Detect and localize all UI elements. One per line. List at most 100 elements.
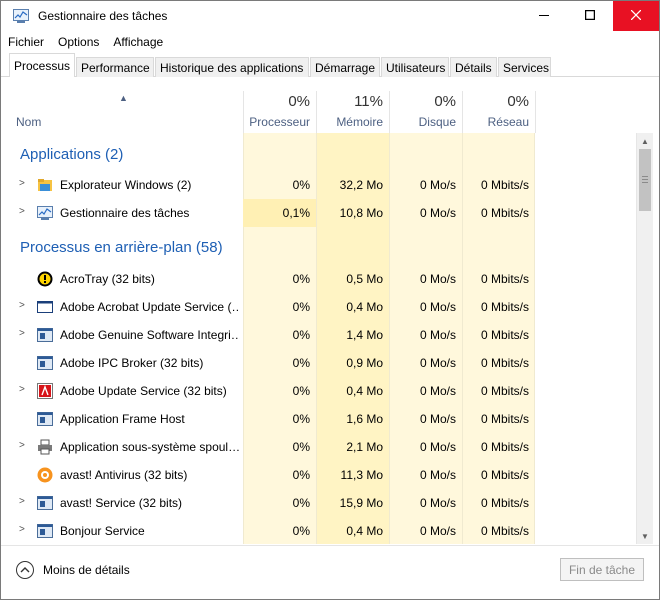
network-cell: 0 Mbits/s xyxy=(480,356,529,370)
table-row[interactable]: avast! Antivirus (32 bits) 0% 11,3 Mo 0 Mo/… xyxy=(9,461,636,489)
expand-chevron-icon[interactable]: > xyxy=(19,440,25,451)
memory-cell: 0,4 Mo xyxy=(346,524,383,538)
grip-line xyxy=(642,179,648,180)
memory-cell: 10,8 Mo xyxy=(339,206,383,220)
folder-icon xyxy=(37,177,53,193)
table-row[interactable]: > Application sous-système spoul… 0% 2,1 Mo… xyxy=(9,433,636,461)
tab-services[interactable]: Services xyxy=(498,57,551,77)
cpu-cell: 0% xyxy=(292,440,310,454)
column-cpu[interactable]: 0% Processeur xyxy=(243,91,316,133)
expand-chevron-icon[interactable]: > xyxy=(19,496,25,507)
expand-chevron-icon[interactable]: > xyxy=(19,300,25,311)
service-icon xyxy=(37,355,53,371)
grip-line xyxy=(642,176,648,177)
disk-label: Disque xyxy=(418,115,456,129)
service-icon xyxy=(37,523,53,539)
table-row[interactable]: > Explorateur Windows (2) 0% 32,2 Mo 0 M… xyxy=(9,171,636,199)
table-row[interactable]: > Adobe Acrobat Update Service (… 0% 0,4 Mo… xyxy=(9,293,636,321)
memory-cell: 1,6 Mo xyxy=(346,412,383,426)
column-memory[interactable]: 11% Mémoire xyxy=(316,91,389,133)
scroll-down-icon[interactable]: ▼ xyxy=(637,528,653,544)
group-header-apps[interactable]: Applications (2) xyxy=(9,133,636,171)
tab-demarrage[interactable]: Démarrage xyxy=(310,57,380,77)
end-task-button[interactable]: Fin de tâche xyxy=(560,558,644,581)
column-disk[interactable]: 0% Disque xyxy=(389,91,462,133)
disk-cell: 0 Mo/s xyxy=(419,328,456,342)
table-row[interactable]: > avast! Service (32 bits) 0% 15,9 Mo 0 Mo/s… xyxy=(9,489,636,517)
process-name: Adobe Update Service (32 bits) xyxy=(60,384,227,398)
vertical-scrollbar[interactable]: ▲ ▼ xyxy=(636,133,653,544)
table-row[interactable]: AcroTray (32 bits) 0% 0,5 Mo 0 Mo/s 0 Mbits/… xyxy=(9,265,636,293)
minimize-button[interactable] xyxy=(521,1,567,31)
less-details-label: Moins de détails xyxy=(43,563,130,577)
network-cell: 0 Mbits/s xyxy=(480,412,529,426)
table-row[interactable]: > Adobe Genuine Software Integri… 0% 1,4 Mo… xyxy=(9,321,636,349)
scroll-thumb[interactable] xyxy=(639,149,651,211)
tab-details[interactable]: Détails xyxy=(450,57,497,77)
process-name: Adobe Genuine Software Integri… xyxy=(60,328,240,342)
disk-cell: 0 Mo/s xyxy=(419,496,456,510)
footer: Moins de détails Fin de tâche xyxy=(1,545,659,599)
table-row[interactable]: Application Frame Host 0% 1,6 Mo 0 Mo/s 0 Mb… xyxy=(9,405,636,433)
table-row[interactable]: Adobe IPC Broker (32 bits) 0% 0,9 Mo 0 Mo/s… xyxy=(9,349,636,377)
close-button[interactable] xyxy=(613,1,659,31)
process-name: Application sous-système spoul… xyxy=(60,440,240,454)
network-cell: 0 Mbits/s xyxy=(480,524,529,538)
group-header-background[interactable]: Processus en arrière-plan (58) xyxy=(9,227,636,265)
menu-affichage[interactable]: Affichage xyxy=(106,31,170,53)
expand-chevron-icon[interactable]: > xyxy=(19,524,25,535)
cpu-cell: 0,1% xyxy=(282,206,310,220)
scroll-up-icon[interactable]: ▲ xyxy=(637,133,653,149)
memory-cell: 11,3 Mo xyxy=(340,468,383,482)
memory-cell: 0,5 Mo xyxy=(346,272,383,286)
sort-arrow-icon: ▲ xyxy=(119,93,128,103)
menu-options[interactable]: Options xyxy=(51,31,106,53)
tab-historique[interactable]: Historique des applications xyxy=(155,57,309,77)
disk-cell: 0 Mo/s xyxy=(419,384,456,398)
disk-cell: 0 Mo/s xyxy=(419,300,456,314)
expand-chevron-icon[interactable]: > xyxy=(19,384,25,395)
expand-chevron-icon[interactable]: > xyxy=(19,206,25,217)
process-name: avast! Antivirus (32 bits) xyxy=(60,468,188,482)
window-app-icon xyxy=(37,299,53,315)
task-manager-window: Gestionnaire des tâches Fichier Options … xyxy=(0,0,660,600)
expand-chevron-icon[interactable]: > xyxy=(19,178,25,189)
process-list: Applications (2) > Explorateur Windows (… xyxy=(9,133,636,544)
close-icon xyxy=(630,9,642,23)
cpu-cell: 0% xyxy=(292,356,310,370)
tab-performance[interactable]: Performance xyxy=(76,57,154,77)
network-cell: 0 Mbits/s xyxy=(480,496,529,510)
process-name: Adobe Acrobat Update Service (… xyxy=(60,300,240,314)
less-details-button[interactable]: Moins de détails xyxy=(16,560,136,580)
memory-label: Mémoire xyxy=(336,115,383,129)
memory-total: 11% xyxy=(354,93,383,110)
cpu-cell: 0% xyxy=(292,412,310,426)
table-row[interactable]: > Gestionnaire des tâches 0,1% 10,8 Mo 0… xyxy=(9,199,636,227)
menu-fichier[interactable]: Fichier xyxy=(1,31,51,53)
title-bar[interactable]: Gestionnaire des tâches xyxy=(1,1,659,31)
disk-cell: 0 Mo/s xyxy=(419,440,456,454)
table-row[interactable]: > Bonjour Service 0% 0,4 Mo 0 Mo/s 0 Mbits/s xyxy=(9,517,636,544)
network-cell: 0 Mbits/s xyxy=(480,328,529,342)
process-name: Adobe IPC Broker (32 bits) xyxy=(60,356,204,370)
minimize-icon xyxy=(539,9,549,23)
tab-utilisateurs[interactable]: Utilisateurs xyxy=(381,57,449,77)
tab-processus[interactable]: Processus xyxy=(9,53,75,77)
cpu-cell: 0% xyxy=(292,272,310,286)
table-row[interactable]: > Adobe Update Service (32 bits) 0% 0,4 Mo 0… xyxy=(9,377,636,405)
disk-cell: 0 Mo/s xyxy=(419,206,456,220)
process-name: Application Frame Host xyxy=(60,412,185,426)
expand-chevron-icon[interactable]: > xyxy=(19,328,25,339)
acrotray-icon xyxy=(37,271,53,287)
cpu-cell: 0% xyxy=(292,328,310,342)
column-header: ▲ Nom 0% Processeur 11% Mémoire 0% Disqu… xyxy=(9,91,651,133)
column-name[interactable]: ▲ Nom xyxy=(9,91,243,133)
avast-icon xyxy=(37,467,53,483)
maximize-icon xyxy=(584,9,596,23)
process-name: Gestionnaire des tâches xyxy=(60,206,190,220)
maximize-button[interactable] xyxy=(567,1,613,31)
cpu-total: 0% xyxy=(288,93,310,110)
memory-cell: 0,4 Mo xyxy=(346,300,383,314)
memory-cell: 0,4 Mo xyxy=(346,384,383,398)
column-network[interactable]: 0% Réseau xyxy=(462,91,535,133)
